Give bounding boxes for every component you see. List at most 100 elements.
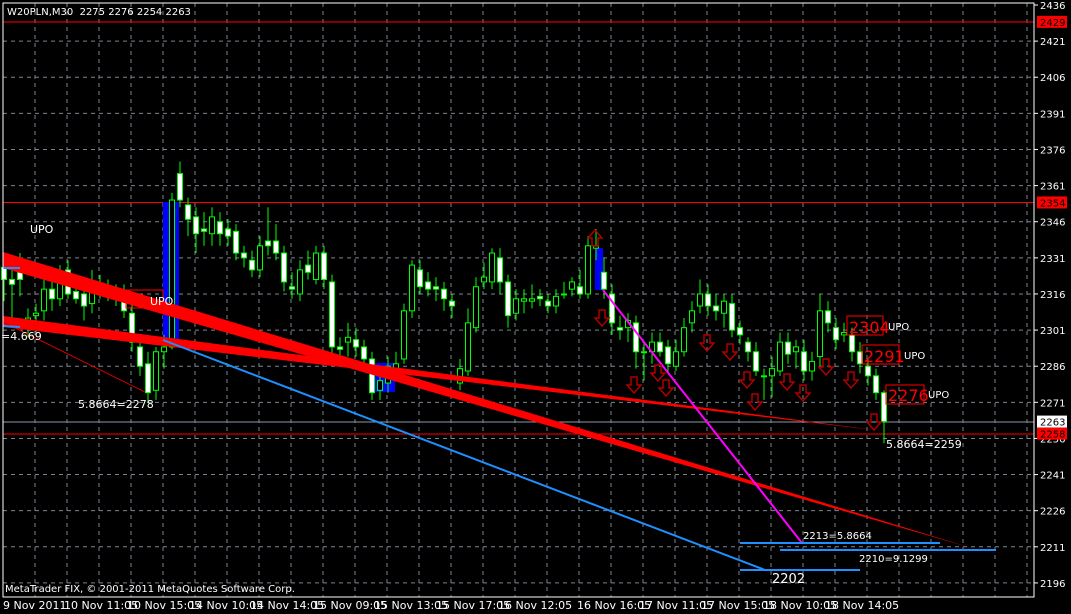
candle-bullish xyxy=(809,360,815,372)
arrow-down-icon xyxy=(721,343,739,362)
price-tag-label: 2258 xyxy=(1040,430,1065,441)
arrow-down-icon xyxy=(778,373,796,392)
candle-bearish xyxy=(425,281,431,290)
candle-bearish xyxy=(49,288,55,300)
candle-bearish xyxy=(601,271,607,290)
candle-bearish xyxy=(217,221,223,235)
candle-bullish xyxy=(529,298,535,302)
candle-bearish xyxy=(825,310,831,324)
candle-bullish xyxy=(313,252,319,281)
candle-bearish xyxy=(873,375,879,394)
candle-bearish xyxy=(337,346,343,350)
candle-bearish xyxy=(753,351,759,372)
upo-label-2291: UPO xyxy=(904,351,925,362)
candle-bearish xyxy=(657,341,663,353)
candle-bullish xyxy=(721,300,727,314)
candle-bullish xyxy=(169,199,175,348)
candle-bearish xyxy=(865,365,871,377)
target-label-2213: 2213=5.8664 xyxy=(803,531,872,542)
candle-bearish xyxy=(241,252,247,259)
y-tick-label: 2316 xyxy=(1040,290,1065,301)
y-tick-label: 2391 xyxy=(1040,109,1065,120)
candle-bearish xyxy=(785,341,791,355)
y-tick-label: 2376 xyxy=(1040,145,1065,156)
candle-bullish xyxy=(585,245,591,295)
candle-bullish xyxy=(521,298,527,302)
candle-bearish xyxy=(73,291,79,300)
candle-bearish xyxy=(577,286,583,295)
candle-bearish xyxy=(225,228,231,237)
price-tag-label: 2354 xyxy=(1040,198,1065,209)
candle-bullish xyxy=(689,310,695,324)
candle-bearish xyxy=(505,281,511,317)
candle-bullish xyxy=(641,351,647,354)
box-2291-label: 2291 xyxy=(864,347,905,366)
candle-bullish xyxy=(561,293,567,296)
price-tag-label: 2263 xyxy=(1040,418,1065,429)
y-tick-label: 2421 xyxy=(1040,37,1065,48)
candle-bullish xyxy=(481,276,487,283)
blue-line-left-2[interactable] xyxy=(2,325,21,328)
candle-bullish xyxy=(681,327,687,353)
candle-bearish xyxy=(633,322,639,353)
y-tick-label: 2301 xyxy=(1040,326,1065,337)
candle-bearish xyxy=(369,358,375,394)
candle-bearish xyxy=(713,305,719,312)
arrow-down-icon xyxy=(842,371,860,390)
candle-bullish xyxy=(297,269,303,295)
y-tick-label: 2286 xyxy=(1040,362,1065,373)
upo-label-2304: UPO xyxy=(888,322,909,333)
candle-bearish xyxy=(801,351,807,372)
ratio-label-left: =4.669 xyxy=(1,330,42,343)
candle-bearish xyxy=(249,259,255,271)
candle-bearish xyxy=(833,327,839,341)
y-tick-label: 2361 xyxy=(1040,182,1065,193)
candle-bearish xyxy=(849,334,855,353)
candle-bullish xyxy=(793,346,799,353)
y-tick-label: 2406 xyxy=(1040,73,1065,84)
target-label-2210: 2210=9.1299 xyxy=(859,554,928,565)
price-axis[interactable]: 2436 2421 2406 2391 2376 2361 2346 2331 2316 2301… xyxy=(1034,1,1065,590)
candle-bullish xyxy=(817,310,823,358)
candle-bullish xyxy=(153,351,159,391)
candle-bullish xyxy=(377,380,383,391)
y-tick-label: 2346 xyxy=(1040,218,1065,229)
candle-bearish xyxy=(537,295,543,300)
price-tag-label: 2429 xyxy=(1040,18,1065,29)
candle-bearish xyxy=(737,327,743,336)
ratio-label-2259: 5.8664=2259 xyxy=(886,438,962,451)
candle-bullish xyxy=(257,245,263,271)
arrow-up-icon xyxy=(586,228,604,247)
candle-bearish xyxy=(265,240,271,247)
ratio-label-2278: 5.8664=2278 xyxy=(78,398,154,411)
candle-bearish xyxy=(329,281,335,348)
candle-bullish xyxy=(761,375,767,378)
candle-bearish xyxy=(321,252,327,281)
candle-bullish xyxy=(841,331,847,336)
candle-bearish xyxy=(289,286,295,290)
arrow-down-icon xyxy=(657,379,675,398)
candle-bearish xyxy=(705,293,711,307)
candle-bullish xyxy=(401,310,407,360)
candle-bullish xyxy=(769,368,775,377)
candle-bearish xyxy=(545,300,551,307)
candle-bearish xyxy=(273,240,279,254)
candle-bearish xyxy=(729,303,735,331)
candle-bullish xyxy=(513,298,519,314)
y-tick-label: 2331 xyxy=(1040,254,1065,265)
candle-bearish xyxy=(233,230,239,254)
y-tick-label: 2211 xyxy=(1040,543,1065,554)
candle-bearish xyxy=(193,216,199,235)
candle-bullish xyxy=(161,346,167,353)
y-tick-label: 2196 xyxy=(1040,579,1065,590)
candle-bearish xyxy=(9,279,15,285)
magenta-trendline[interactable] xyxy=(602,289,803,544)
candle-bearish xyxy=(417,269,423,288)
y-tick-label: 2436 xyxy=(1040,1,1065,12)
y-tick-label: 2271 xyxy=(1040,398,1065,409)
candle-bearish xyxy=(81,293,87,307)
copyright: MetaTrader FIX, © 2001-2011 MetaQuotes S… xyxy=(5,584,295,595)
candle-bullish xyxy=(473,286,479,329)
price-chart[interactable]: 2304 2291 2276 UPO UPO UPO UPO UPO =4.66… xyxy=(0,0,1071,614)
candle-bearish xyxy=(361,346,367,360)
